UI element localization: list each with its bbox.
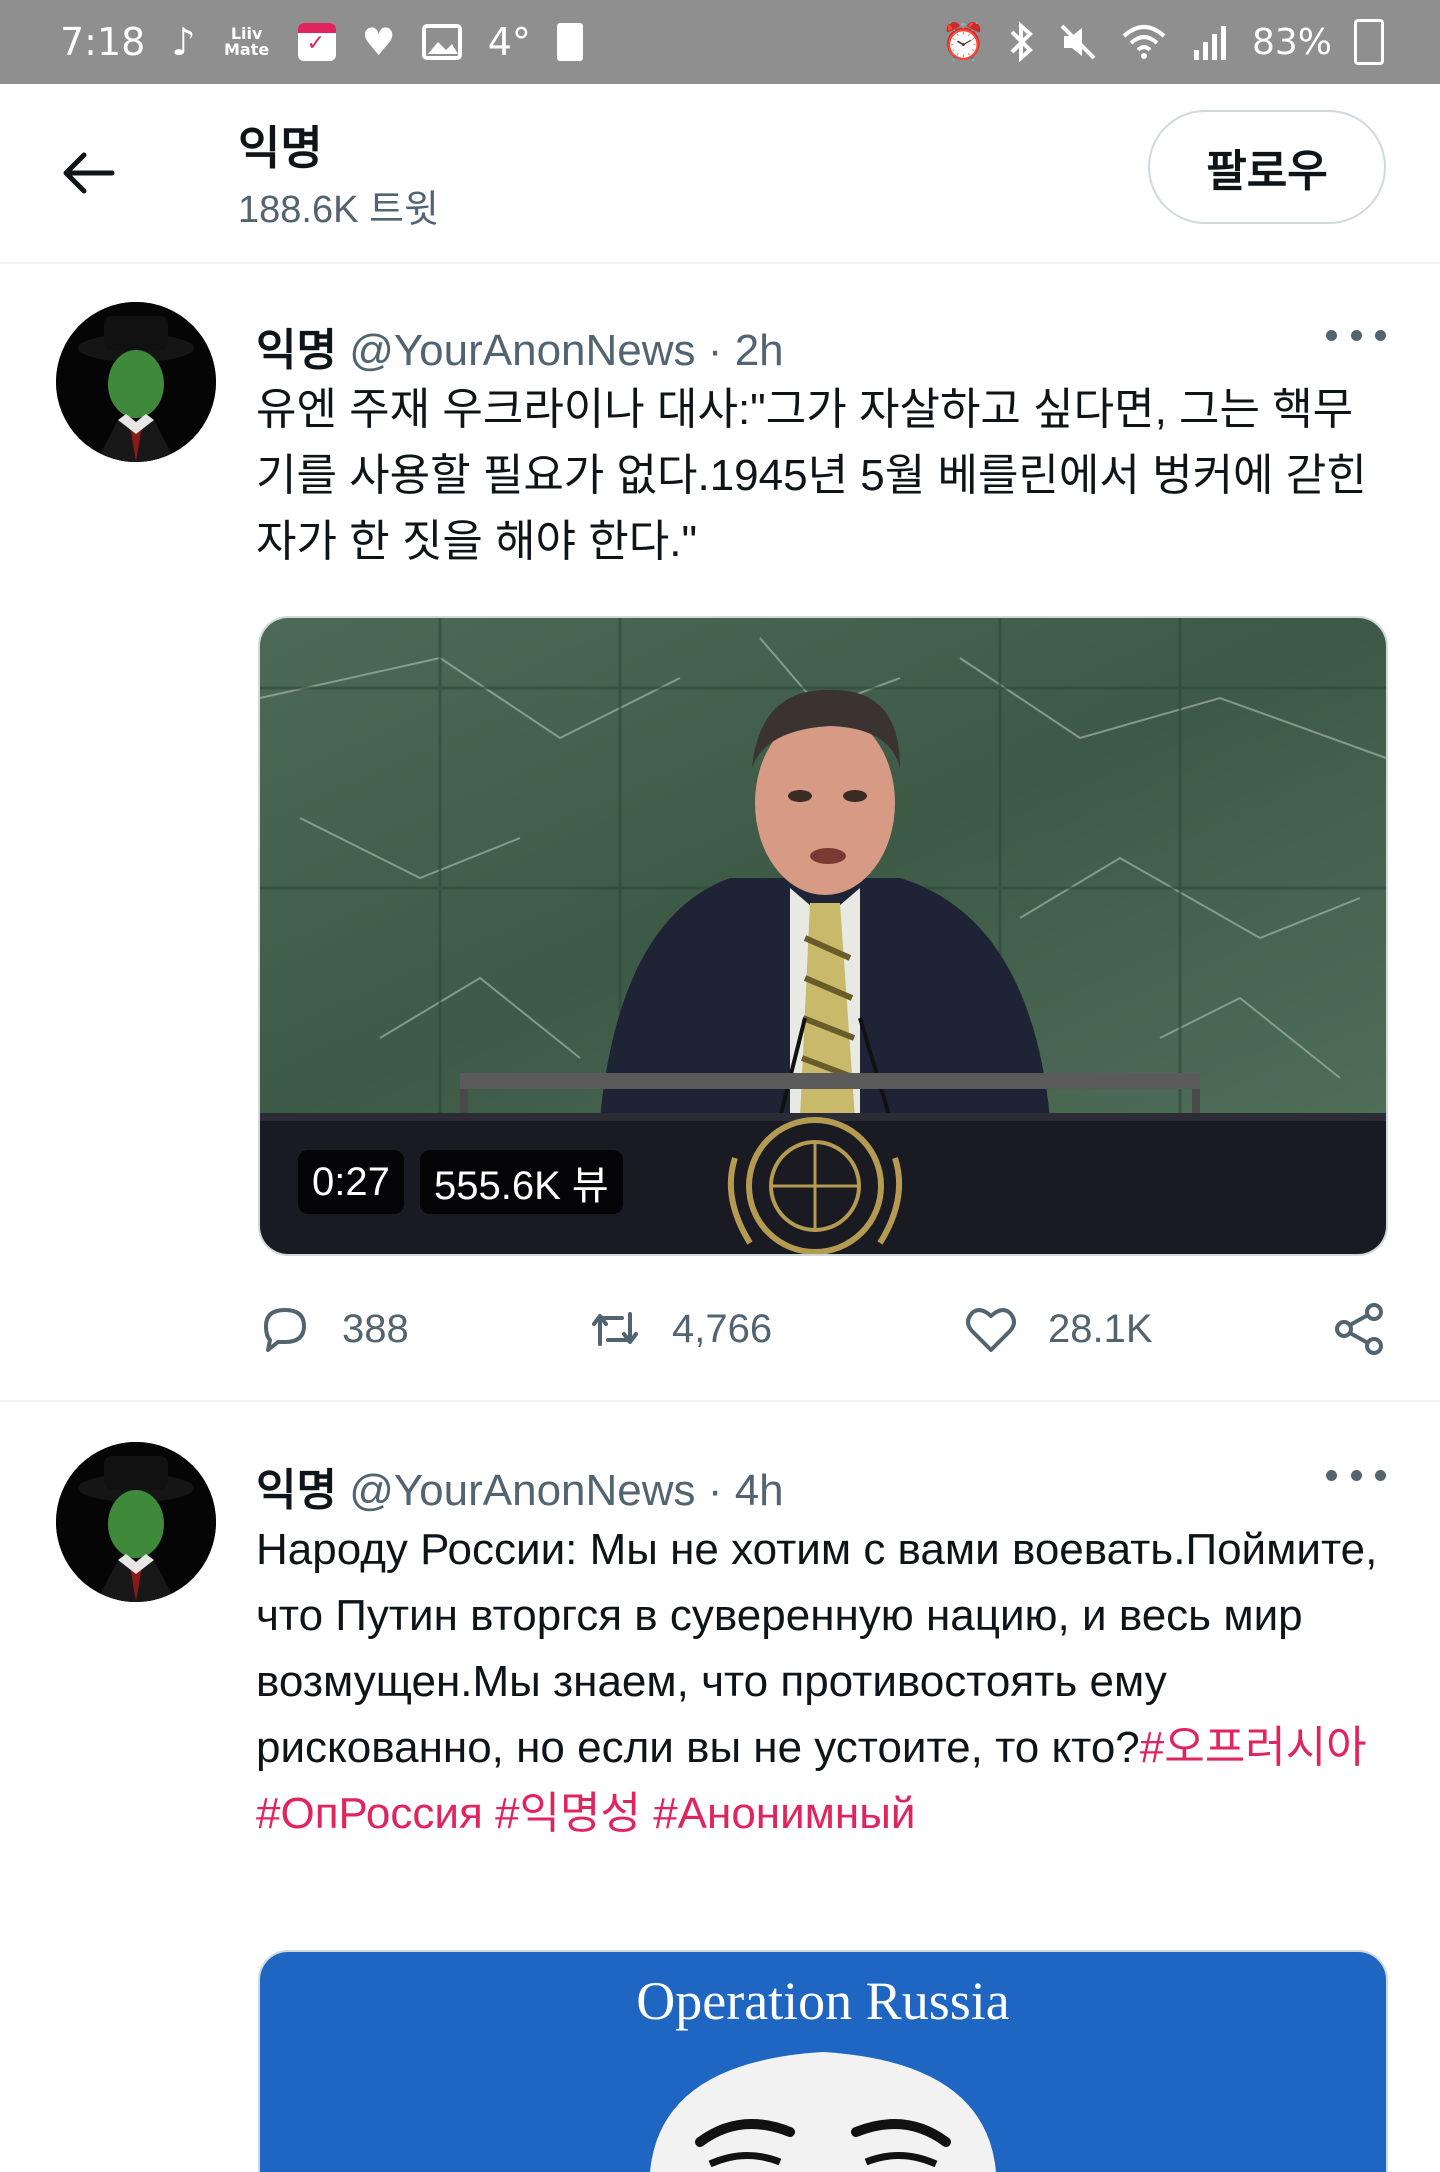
tweet-actions: 388 4,766 28.1K	[256, 1294, 1386, 1364]
share-button[interactable]	[1330, 1294, 1388, 1364]
mute-icon	[1058, 18, 1098, 66]
tweet-text: 유엔 주재 우크라이나 대사:"그가 자살하고 싶다면, 그는 핵무기를 사용할…	[256, 385, 1367, 566]
temperature: 4°	[487, 20, 531, 64]
status-bar: 7:18 ♪ Liiv Mate ♥ 4° ⏰ 83%	[0, 0, 1440, 84]
tweet-time[interactable]: 4h	[735, 1466, 784, 1515]
share-icon	[1335, 1303, 1383, 1355]
tweet[interactable]: 익명 @YourAnonNews · 2h 유엔 주재 우크라이나 대사:"그가…	[0, 262, 1440, 1400]
more-dot-icon	[1350, 329, 1362, 341]
back-arrow-icon	[63, 152, 115, 194]
status-time: 7:18	[60, 20, 146, 64]
hashtag-link[interactable]: #Анонимный	[653, 1789, 915, 1838]
display-name[interactable]: 익명	[256, 326, 337, 375]
retweet-icon	[592, 1312, 638, 1346]
liiv-mate-icon: Liiv Mate	[224, 24, 270, 59]
more-options-button[interactable]	[1326, 1460, 1386, 1490]
battery-charging-icon	[1354, 18, 1384, 66]
like-button[interactable]: 28.1K	[962, 1294, 1153, 1364]
video-views-badge: 555.6K 뷰	[420, 1150, 623, 1214]
tweet-meta: 익명 @YourAnonNews · 2h	[256, 314, 784, 378]
alarm-icon: ⏰	[941, 22, 986, 63]
video-player[interactable]: 0:27 555.6K 뷰	[258, 616, 1388, 1256]
retweet-button[interactable]: 4,766	[586, 1294, 772, 1364]
image-attachment[interactable]: Operation Russia	[258, 1950, 1388, 2172]
tweet-meta: 익명 @YourAnonNews · 4h	[256, 1454, 784, 1518]
user-handle[interactable]: @YourAnonNews	[349, 1466, 695, 1515]
more-dot-icon	[1326, 1469, 1337, 1481]
anonymous-avatar-image	[56, 1442, 216, 1602]
tweet-time[interactable]: 2h	[735, 326, 784, 375]
wifi-icon	[1120, 18, 1168, 66]
battery-percent: 83%	[1251, 21, 1332, 63]
meta-separator: ·	[707, 326, 723, 375]
user-handle[interactable]: @YourAnonNews	[349, 326, 695, 375]
more-dot-icon	[1375, 1469, 1386, 1481]
sd-card-icon	[556, 18, 583, 66]
hashtag-link[interactable]: #ОпРоссия	[256, 1789, 483, 1838]
gallery-icon	[421, 18, 462, 66]
reply-count: 388	[342, 1306, 409, 1351]
video-duration-badge: 0:27	[298, 1150, 404, 1214]
heart-icon	[966, 1308, 1016, 1352]
guy-fawkes-mask-image	[650, 2052, 996, 2172]
page-title: 익명	[238, 122, 323, 174]
back-button[interactable]	[54, 138, 124, 208]
tweet-text: Народу России: Мы не хотим с вами воеват…	[256, 1517, 1386, 1847]
hashtag-link[interactable]: #익명성	[495, 1789, 641, 1838]
more-options-button[interactable]	[1326, 320, 1386, 350]
music-note-icon: ♪	[171, 20, 196, 64]
heart-status-icon: ♥	[361, 20, 396, 64]
more-dot-icon	[1350, 1469, 1362, 1481]
avatar[interactable]	[56, 1442, 216, 1602]
bluetooth-icon	[1008, 18, 1036, 66]
anonymous-avatar-image	[56, 302, 216, 462]
tweet[interactable]: 익명 @YourAnonNews · 4h Народу России: Мы …	[0, 1402, 1440, 2172]
reply-button[interactable]: 388	[256, 1294, 409, 1364]
meta-separator: ·	[707, 1466, 723, 1515]
tweet-count: 188.6K 트윗	[238, 189, 439, 231]
hashtag-link[interactable]: #오프러시아	[1140, 1723, 1367, 1772]
signal-icon	[1190, 18, 1230, 66]
profile-header: 익명 188.6K 트윗 팔로우	[0, 84, 1440, 264]
reply-icon	[264, 1308, 306, 1352]
more-dot-icon	[1375, 329, 1386, 341]
follow-button[interactable]: 팔로우	[1148, 110, 1386, 224]
calendar-icon	[297, 18, 336, 66]
avatar[interactable]	[56, 302, 216, 462]
more-dot-icon	[1326, 329, 1337, 341]
like-count: 28.1K	[1048, 1306, 1153, 1351]
display-name[interactable]: 익명	[256, 1466, 337, 1515]
retweet-count: 4,766	[672, 1306, 773, 1351]
